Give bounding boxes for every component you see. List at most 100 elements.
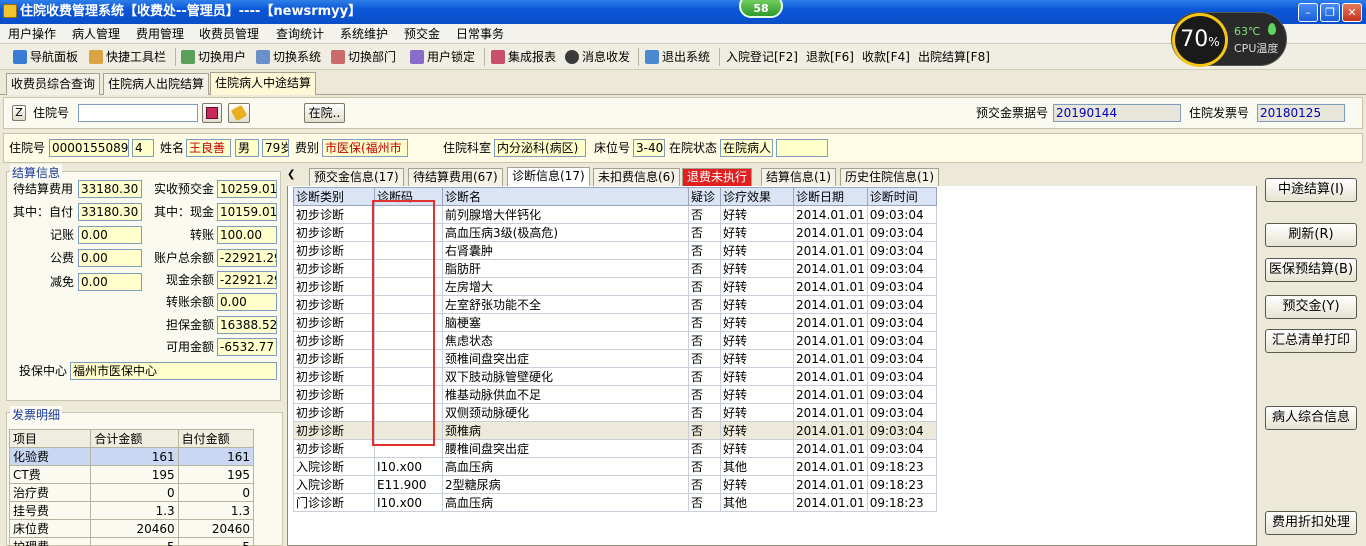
tools-icon [89,50,103,64]
patient-info-button[interactable]: 病人综合信息 [1265,406,1357,430]
diagnosis-row[interactable]: 入院诊断 I10.x00 高血压病否其他 2014.01.01 09:18:23 [293,457,937,476]
outcome-cell: 好转 [720,295,794,314]
toolbar-admission[interactable]: 入院登记[F2] [726,47,798,67]
tab-discharge-settlement[interactable]: 住院病人出院结算 [103,73,210,95]
diagnosis-type-cell: 初步诊断 [293,277,375,296]
account-total-label: 账户总余额 [154,251,215,265]
invoice-amount-cell: 5 [90,537,179,546]
invoice-no-field: 20180125 [1257,104,1345,122]
diagnosis-type-cell: 初步诊断 [293,313,375,332]
toolbar-messages[interactable]: 消息收发 [565,47,630,67]
calculator-button[interactable] [202,103,222,123]
refresh-button[interactable]: 刷新(R) [1265,223,1357,247]
toolbar-reports[interactable]: 集成报表 [491,47,556,67]
suspected-cell: 否 [688,385,721,404]
patient-name-field: 王良善 [186,139,231,157]
toolbar-discharge[interactable]: 出院结算[F8] [918,47,990,67]
self-pay-field: 33180.30 [78,203,142,221]
cash-balance-field: -22921.29 [217,271,277,289]
invoice-row[interactable]: 化验费 161 161 [8,447,255,466]
clear-button[interactable] [228,103,250,123]
invoice-row[interactable]: 挂号费 1.3 1.3 [8,501,255,520]
menu-fee-mgmt[interactable]: 费用管理 [134,24,186,44]
suspected-cell: 否 [688,403,721,422]
invoice-row[interactable]: CT费 195 195 [8,465,255,484]
settlement-title: 结算信息 [10,164,63,181]
menu-prepay[interactable]: 预交金 [402,24,442,44]
midway-settle-button[interactable]: 中途结算(I) [1265,178,1357,202]
menu-daily[interactable]: 日常事务 [454,24,506,44]
diagnosis-time-cell: 09:03:04 [866,313,937,332]
diagnosis-row[interactable]: 门诊诊断 I10.x00 高血压病否其他 2014.01.01 09:18:23 [293,493,937,512]
cash-field: 10159.01 [217,203,277,221]
menu-patient-mgmt[interactable]: 病人管理 [70,24,122,44]
toolbar-nav-panel[interactable]: 导航面板 [13,47,78,67]
leaf-icon [1268,23,1276,35]
insurance-presettle-button[interactable]: 医保预结算(B) [1265,258,1357,282]
diagnosis-time-cell: 09:03:04 [866,367,937,386]
suspected-cell: 否 [688,241,721,260]
menu-user-ops[interactable]: 用户操作 [6,24,58,44]
menu-system-maint[interactable]: 系统维护 [338,24,390,44]
tab-history-admission[interactable]: 历史住院信息(1) [840,168,939,186]
diagnosis-time-cell: 09:18:23 [866,457,937,476]
invoice-no-label: 住院发票号 [1189,106,1250,120]
outcome-cell: 好转 [720,403,794,422]
suspected-cell: 否 [688,457,721,476]
notification-badge[interactable]: 58 [739,0,783,18]
invoice-item-cell: 治疗费 [8,483,92,502]
toolbar-quick-tools[interactable]: 快捷工具栏 [89,47,166,67]
fee-discount-button[interactable]: 费用折扣处理 [1265,511,1357,535]
menu-cashier-mgmt[interactable]: 收费员管理 [197,24,261,44]
tab-midway-settlement[interactable]: 住院病人中途结算 [210,72,317,95]
z-button[interactable]: Z [12,105,26,121]
diagnosis-date-cell: 2014.01.01 [793,241,868,260]
toolbar-refund[interactable]: 退款[F6] [806,47,854,67]
invoice-row[interactable]: 床位费 20460 20460 [8,519,255,538]
toolbar-exit[interactable]: 退出系统 [645,47,710,67]
extra-field [776,139,828,157]
available-label: 可用金额 [166,340,215,354]
tab-prepay-info[interactable]: 预交金信息(17) [309,168,404,186]
received-label: 实收预交金 [154,182,215,196]
prepay-ticket-label: 预交金票据号 [976,106,1049,120]
transfer-balance-field: 0.00 [217,293,277,311]
outcome-cell: 好转 [720,223,794,242]
toolbar-collect[interactable]: 收款[F4] [862,47,910,67]
tab-settlement-info[interactable]: 结算信息(1) [761,168,836,186]
tab-refund-unexecuted[interactable]: 退费未执行 [682,168,753,186]
maximize-button[interactable]: ❐ [1320,3,1340,22]
diagnosis-header: 诊断名 [442,187,689,206]
status-field: 在院病人 [720,139,773,157]
tab-scroll-left-icon[interactable]: ❮ [287,169,295,180]
menu-query-stats[interactable]: 查询统计 [274,24,326,44]
tab-undeducted-info[interactable]: 未扣费信息(6) [593,168,680,186]
tab-cashier-query[interactable]: 收费员综合查询 [6,73,101,95]
toolbar-switch-system[interactable]: 切换系统 [256,47,321,67]
invoice-row[interactable]: 护理费55 [8,537,255,546]
summary-print-button[interactable]: 汇总清单打印 [1265,329,1357,353]
account-total-field: -22921.29 [217,249,277,267]
bed-label: 床位号 [594,141,631,155]
public-label: 公费 [50,251,75,265]
tab-pending-fees[interactable]: 待结算费用(67) [408,168,503,186]
toolbar-switch-dept[interactable]: 切换部门 [331,47,396,67]
tab-diagnosis-info[interactable]: 诊断信息(17) [507,167,590,186]
inpatient-no-input[interactable] [78,104,198,122]
diagnosis-row[interactable]: 入院诊断 E11.900 2型糖尿病否好转 2014.01.01 09:18:23 [293,475,937,494]
prepay-button[interactable]: 预交金(Y) [1265,295,1357,319]
suspected-cell: 否 [688,313,721,332]
in-hospital-button[interactable]: 在院.. [304,103,345,123]
close-button[interactable]: ✕ [1342,3,1362,22]
diagnosis-name-cell: 颈椎病 [442,421,689,440]
diagnosis-type-cell: 入院诊断 [293,475,375,494]
outcome-cell: 好转 [720,349,794,368]
diagnosis-date-cell: 2014.01.01 [793,457,868,476]
system-icon [256,50,270,64]
invoice-row[interactable]: 治疗费 0 0 [8,483,255,502]
suspected-cell: 否 [688,277,721,296]
toolbar-divider [175,48,176,66]
toolbar-user-lock[interactable]: 用户锁定 [410,47,475,67]
minimize-button[interactable]: – [1298,3,1318,22]
toolbar-switch-user[interactable]: 切换用户 [181,47,246,67]
